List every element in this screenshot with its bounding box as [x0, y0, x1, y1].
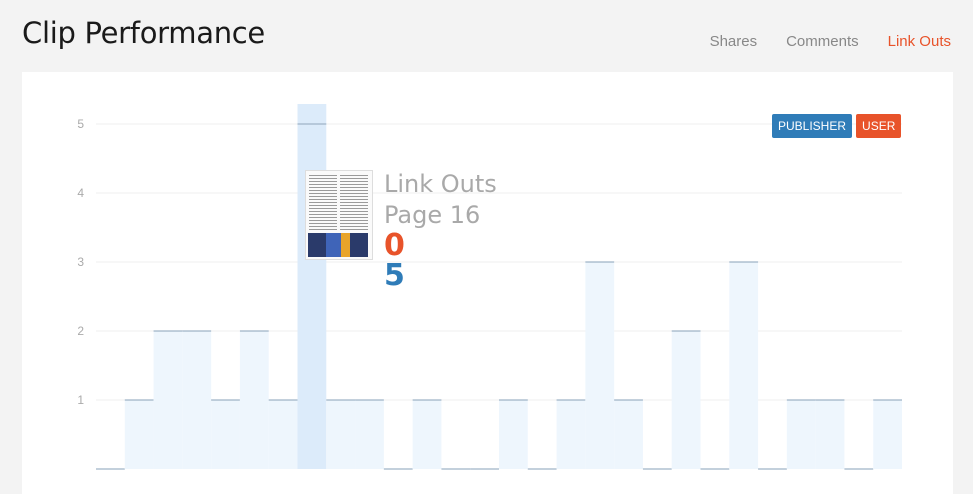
legend-user-button[interactable]: USER: [856, 114, 902, 138]
bar-8: [326, 400, 356, 469]
bar-17: [585, 262, 615, 469]
bar-9: [355, 400, 384, 469]
bar-4: [211, 400, 240, 469]
metric-tabs: Shares Comments Link Outs: [710, 33, 951, 50]
bar-2: [153, 331, 183, 469]
tab-comments[interactable]: Comments: [786, 33, 859, 50]
legend: PUBLISHER USER: [772, 114, 902, 138]
y-tick-label-1: 1: [77, 393, 84, 407]
chart-panel: 12345 PUBLISHER USER Link Outs Page 16 0…: [22, 72, 953, 494]
y-tick-label-4: 4: [77, 186, 84, 200]
bar-14: [499, 400, 528, 469]
bar-3: [182, 331, 212, 469]
y-tick-label-3: 3: [77, 255, 84, 269]
legend-publisher-button[interactable]: PUBLISHER: [772, 114, 853, 138]
bar-1: [124, 400, 154, 469]
tab-shares[interactable]: Shares: [710, 33, 758, 50]
bar-27: [873, 400, 902, 469]
bar-25: [815, 400, 845, 469]
bar-18: [614, 400, 643, 469]
tooltip-publisher-value: 5: [384, 258, 405, 293]
page-thumbnail-image: [305, 170, 373, 260]
bar-7: [297, 104, 327, 469]
bar-22: [729, 262, 759, 469]
bar-6: [268, 400, 298, 469]
y-tick-label-5: 5: [77, 117, 84, 131]
bar-11: [412, 400, 442, 469]
tab-link-outs[interactable]: Link Outs: [888, 33, 951, 50]
bar-16: [556, 400, 586, 469]
bar-5: [239, 331, 269, 469]
bar-24: [786, 400, 816, 469]
page-title: Clip Performance: [22, 16, 265, 50]
tooltip-page: Page 16: [384, 201, 481, 229]
y-tick-label-2: 2: [77, 324, 84, 338]
bar-20: [671, 331, 701, 469]
tooltip-title: Link Outs: [384, 170, 497, 198]
